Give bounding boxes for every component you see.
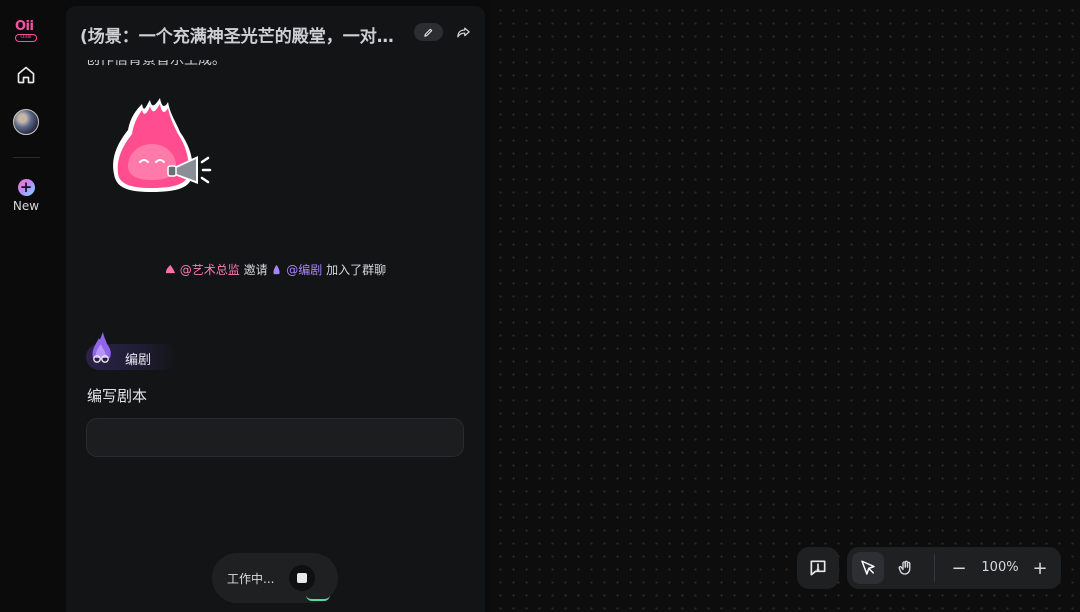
hand-tool-button[interactable] bbox=[890, 552, 922, 584]
invitee-mention[interactable]: @编剧 bbox=[286, 263, 322, 277]
system-suffix: 加入了群聊 bbox=[326, 263, 387, 277]
working-label: 工作中... bbox=[227, 572, 275, 586]
chat-header: (场景：一个充满神圣光芒的殿堂，一对… bbox=[66, 6, 485, 60]
toolbar-divider bbox=[934, 554, 935, 582]
flame-purple-icon bbox=[273, 264, 280, 275]
canvas-area[interactable] bbox=[490, 0, 1080, 612]
zoom-level: 100% bbox=[981, 560, 1019, 575]
flame-pink-icon bbox=[165, 264, 175, 274]
feedback-icon bbox=[810, 560, 826, 576]
logo-text: Oii bbox=[15, 19, 34, 34]
screenwriter-avatar-icon bbox=[92, 332, 111, 363]
agent-chip[interactable]: 编剧 bbox=[86, 332, 178, 370]
agent-message: 编写剧本 bbox=[87, 387, 148, 405]
canvas-toolbar: − 100% + bbox=[847, 547, 1061, 589]
chat-panel: (场景：一个充满神圣光芒的殿堂，一对… 创作信背景音乐生成。 @艺术总监 邀请 … bbox=[66, 6, 485, 612]
logo-pill: Oiiai bbox=[15, 34, 37, 42]
feedback-button[interactable] bbox=[797, 547, 839, 589]
new-label: New bbox=[12, 199, 40, 213]
agent-name: 编剧 bbox=[125, 353, 152, 368]
stop-button[interactable] bbox=[289, 565, 315, 591]
plus-icon: + bbox=[17, 179, 35, 196]
hand-icon bbox=[898, 560, 911, 575]
new-button[interactable]: + New bbox=[8, 179, 44, 215]
app-logo[interactable]: Oii Oiiai bbox=[15, 20, 39, 42]
select-tool-button[interactable] bbox=[852, 552, 884, 584]
system-message: @艺术总监 邀请 @编剧 加入了群聊 bbox=[66, 261, 485, 278]
edit-title-button[interactable] bbox=[414, 23, 443, 41]
cursor-arrow-icon bbox=[861, 560, 875, 575]
zoom-out-button[interactable]: − bbox=[947, 552, 971, 584]
chat-title: (场景：一个充满神圣光芒的殿堂，一对… bbox=[80, 27, 394, 47]
home-icon bbox=[17, 66, 35, 84]
share-button[interactable] bbox=[454, 23, 472, 41]
pencil-icon bbox=[424, 28, 433, 37]
progress-indicator bbox=[306, 595, 330, 601]
project-avatar[interactable] bbox=[13, 109, 39, 135]
flame-megaphone-sticker bbox=[113, 98, 212, 192]
stop-icon bbox=[297, 573, 307, 583]
message-input[interactable] bbox=[86, 418, 464, 457]
zoom-in-button[interactable]: + bbox=[1028, 552, 1052, 584]
system-verb: 邀请 bbox=[243, 263, 268, 277]
share-arrow-icon bbox=[456, 27, 470, 37]
inviter-mention[interactable]: @艺术总监 bbox=[180, 263, 240, 277]
rail-divider bbox=[13, 157, 40, 158]
left-rail: Oii Oiiai + New bbox=[0, 0, 52, 612]
app-root: Oii Oiiai + New (场景：一个充满神圣光芒的殿堂，一对… 创作信背… bbox=[0, 0, 1080, 612]
home-button[interactable] bbox=[15, 64, 37, 86]
